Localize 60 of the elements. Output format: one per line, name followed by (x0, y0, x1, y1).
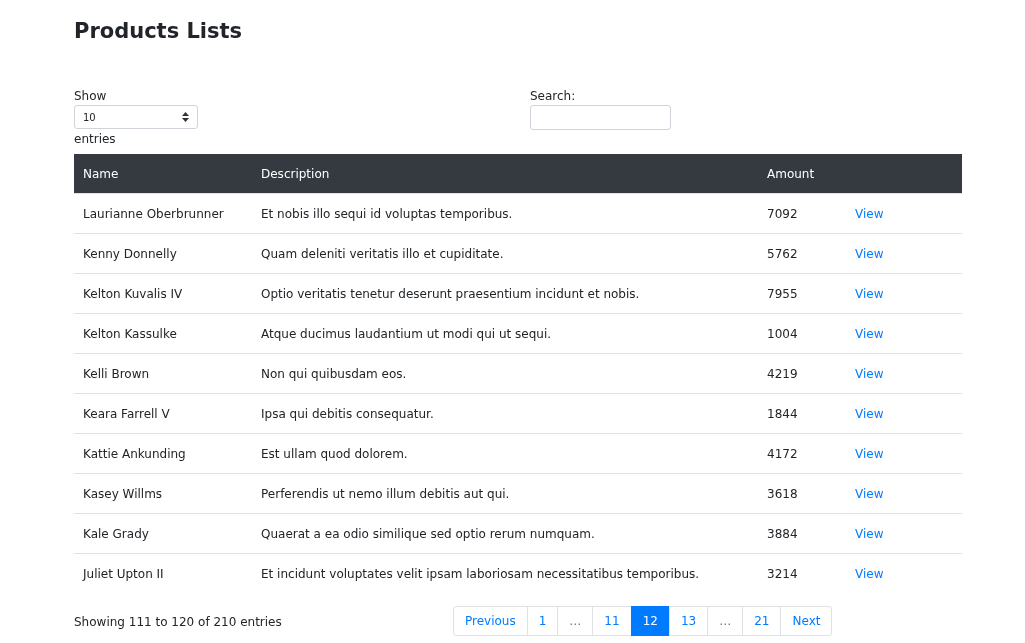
table-cell: Keara Farrell V (74, 393, 252, 434)
table-cell: Et incidunt voluptates velit ipsam laboriosam necessitatibus temporibus. (252, 553, 758, 593)
pagination-gap: … (707, 606, 744, 636)
page-button[interactable]: 1 (526, 606, 559, 636)
page-button[interactable]: 13 (668, 606, 709, 636)
column-header: Description (252, 154, 758, 194)
table-cell: 1844 (758, 393, 846, 434)
view-link[interactable]: View (855, 566, 884, 581)
table-cell: 5762 (758, 233, 846, 274)
column-header: Amount (758, 154, 846, 194)
entries-select[interactable]: 10 (74, 105, 198, 129)
page-button[interactable]: 11 (592, 606, 632, 636)
search-field[interactable] (530, 105, 671, 130)
view-link[interactable]: View (855, 206, 884, 221)
page-button[interactable]: Previous (453, 606, 528, 636)
table-cell: 4172 (758, 433, 846, 474)
table-cell: Non qui quibusdam eos. (252, 353, 758, 394)
show-label: Show (74, 88, 108, 105)
table-cell: Atque ducimus laudantium ut modi qui ut sequi. (252, 313, 758, 354)
view-link[interactable]: View (855, 326, 884, 341)
table-cell: Quaerat a ea odio similique sed optio rerum numquam. (252, 513, 758, 554)
caret-icon (182, 112, 189, 122)
view-link[interactable]: View (855, 486, 884, 501)
table-cell: Kelton Kuvalis IV (74, 273, 252, 314)
view-link[interactable]: View (855, 366, 884, 381)
view-link[interactable]: View (855, 406, 884, 421)
table-cell: Kenny Donnelly (74, 233, 252, 274)
table-cell: Et nobis illo sequi id voluptas temporibus. (252, 193, 758, 234)
view-link[interactable]: View (855, 446, 884, 461)
view-link[interactable]: View (855, 286, 884, 301)
table-cell: Kale Grady (74, 513, 252, 554)
table-cell: Kelton Kassulke (74, 313, 252, 354)
view-link[interactable]: View (855, 526, 884, 541)
view-link[interactable]: View (855, 246, 884, 261)
search-label: Search: (530, 88, 577, 105)
table-cell: Juliet Upton II (74, 553, 252, 593)
table-cell: 3618 (758, 473, 846, 514)
table-cell: Kelli Brown (74, 353, 252, 394)
page-button[interactable]: Next (780, 606, 833, 636)
pagination-gap: … (557, 606, 594, 636)
page-title: Products Lists (74, 18, 244, 45)
table-cell: Quam deleniti veritatis illo et cupiditate. (252, 233, 758, 274)
table-cell: 7092 (758, 193, 846, 234)
table-cell: Perferendis ut nemo illum debitis aut qui. (252, 473, 758, 514)
table-cell: Kattie Ankunding (74, 433, 252, 474)
table-cell: 3884 (758, 513, 846, 554)
table-cell: Kasey Willms (74, 473, 252, 514)
table-cell: 4219 (758, 353, 846, 394)
table-cell: 7955 (758, 273, 846, 314)
table-cell: Ipsa qui debitis consequatur. (252, 393, 758, 434)
column-header: Name (74, 154, 252, 194)
table-cell: Laurianne Oberbrunner (74, 193, 252, 234)
table-cell: Est ullam quod dolorem. (252, 433, 758, 474)
table-cell: Optio veritatis tenetur deserunt praesentium incidunt et nobis. (252, 273, 758, 314)
entries-label: entries (74, 131, 117, 148)
page-button[interactable]: 12 (630, 606, 670, 636)
page-button[interactable]: 21 (742, 606, 782, 636)
table-cell: 3214 (758, 553, 846, 593)
table-cell: 1004 (758, 313, 846, 354)
entries-info: Showing 111 to 120 of 210 entries (74, 614, 283, 629)
